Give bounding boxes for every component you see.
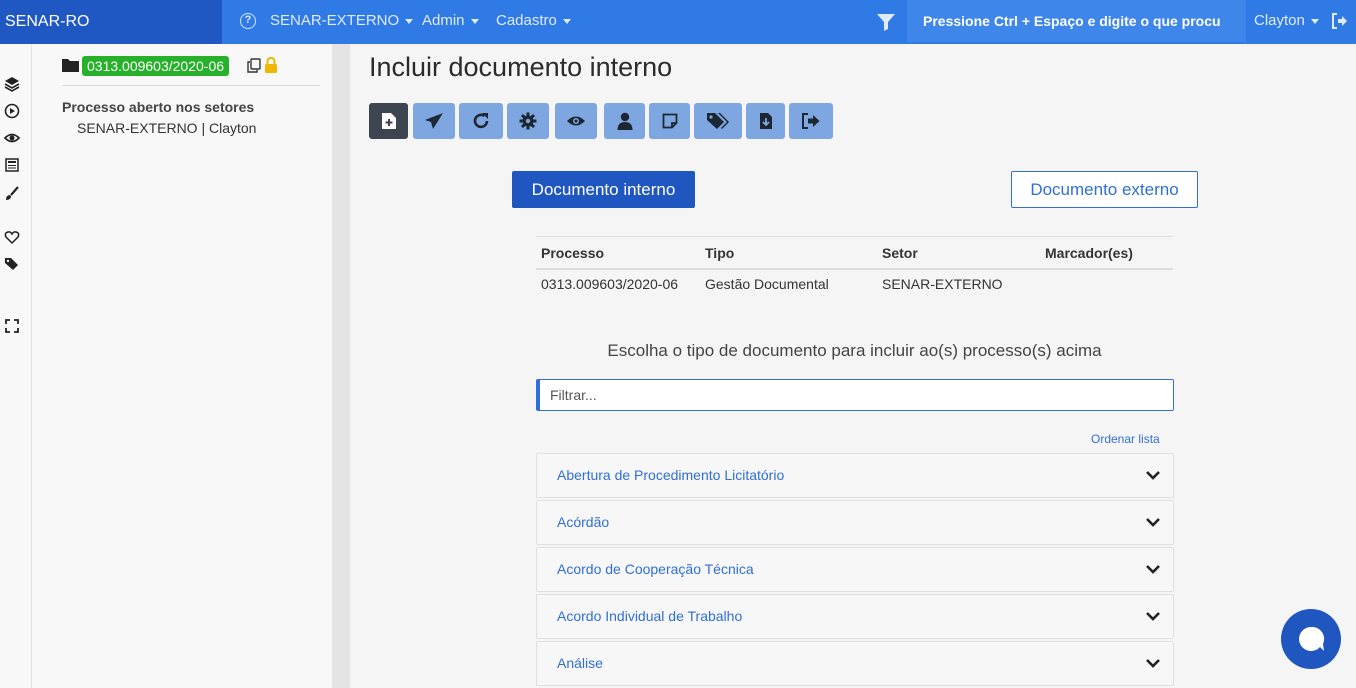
tags-button[interactable]: [694, 103, 742, 139]
chevron-down-icon: [1146, 471, 1160, 480]
filter-icon[interactable]: [876, 12, 896, 32]
expand-icon[interactable]: [4, 318, 20, 334]
page-title: Incluir documento interno: [369, 52, 673, 82]
divider: [62, 85, 320, 86]
icon-sidebar: [0, 44, 32, 688]
document-type-item[interactable]: Acórdão: [536, 500, 1174, 545]
user-menu[interactable]: Clayton: [1254, 0, 1319, 44]
settings-icon: [519, 112, 537, 130]
tags-icon: [707, 113, 729, 129]
col-header-processo: Processo: [541, 245, 605, 261]
view-button[interactable]: [555, 103, 597, 139]
filter-input[interactable]: [536, 379, 1174, 411]
panel-scrollbar[interactable]: [332, 44, 350, 688]
refresh-button[interactable]: [459, 103, 503, 139]
tags-icon[interactable]: [4, 256, 20, 272]
chevron-down-icon: [1146, 518, 1160, 527]
sector-item: SENAR-EXTERNO | Clayton: [77, 120, 257, 136]
copy-icon[interactable]: [247, 58, 261, 73]
global-search[interactable]: Pressione Ctrl + Espaço e digite o que p…: [907, 0, 1246, 42]
download-file-icon: [759, 113, 772, 129]
nav-admin-label: Admin: [422, 12, 465, 29]
paintbrush-icon[interactable]: [4, 185, 20, 201]
document-type-label: Abertura de Procedimento Licitatório: [557, 467, 785, 483]
document-type-label: Acordo de Cooperação Técnica: [557, 561, 754, 577]
play-circle-icon[interactable]: [4, 103, 20, 119]
sort-list-link[interactable]: Ordenar lista: [1091, 432, 1160, 446]
logout-icon[interactable]: [1330, 12, 1348, 30]
user-button[interactable]: [604, 103, 645, 139]
chevron-down-icon: [562, 18, 571, 24]
eye-icon[interactable]: [4, 130, 20, 146]
nav-admin-menu[interactable]: Admin: [422, 0, 479, 44]
chevron-down-icon: [1310, 18, 1319, 24]
cell-processo: 0313.009603/2020-06: [541, 276, 679, 292]
nav-cadastro-label: Cadastro: [496, 12, 557, 29]
col-header-marcadores: Marcador(es): [1045, 245, 1133, 261]
col-header-tipo: Tipo: [705, 245, 735, 261]
document-type-label: Acórdão: [557, 514, 610, 530]
table-header-divider: [536, 268, 1173, 270]
layers-icon[interactable]: [4, 76, 20, 92]
exit-button[interactable]: [789, 103, 833, 139]
nav-cadastro-menu[interactable]: Cadastro: [496, 0, 571, 44]
chevron-down-icon: [1146, 612, 1160, 621]
chevron-down-icon: [405, 18, 414, 24]
cell-setor: SENAR-EXTERNO: [882, 276, 1003, 292]
new-document-button[interactable]: [369, 103, 408, 139]
brand-logo[interactable]: SENAR-RO: [0, 0, 222, 44]
choose-document-type-label: Escolha o tipo de documento para incluir…: [607, 341, 1102, 360]
process-number-badge[interactable]: 0313.009603/2020-06: [82, 56, 230, 76]
document-type-label: Análise: [557, 655, 603, 671]
chat-button[interactable]: [1281, 609, 1341, 669]
heart-icon[interactable]: [4, 229, 20, 245]
folder-icon: [62, 59, 79, 72]
lock-icon: [265, 57, 277, 73]
new-document-icon: [381, 113, 396, 129]
document-type-item[interactable]: Acordo Individual de Trabalho: [536, 594, 1174, 639]
external-document-button[interactable]: Documento externo: [1011, 171, 1198, 208]
help-icon[interactable]: ?: [240, 13, 256, 29]
note-button[interactable]: [649, 103, 690, 139]
process-panel: 0313.009603/2020-06 Processo aberto nos …: [32, 44, 332, 688]
cell-tipo: Gestão Documental: [705, 276, 829, 292]
send-icon: [425, 113, 443, 129]
document-type-item[interactable]: Análise: [536, 641, 1174, 686]
document-type-item[interactable]: Acordo de Cooperação Técnica: [536, 547, 1174, 592]
table-divider: [536, 236, 1173, 237]
nav-sector-label: SENAR-EXTERNO: [270, 12, 400, 29]
top-navbar: SENAR-RO ? SENAR-EXTERNO Admin Cadastro …: [0, 0, 1356, 44]
download-file-button[interactable]: [746, 103, 785, 139]
main-content: Incluir documento interno Documento inte…: [350, 44, 1356, 688]
chevron-down-icon: [1146, 565, 1160, 574]
user-name: Clayton: [1254, 12, 1305, 29]
view-icon: [567, 116, 585, 126]
newspaper-icon[interactable]: [4, 157, 20, 173]
sectors-title: Processo aberto nos setores: [62, 99, 255, 115]
chat-bubble-icon: [1299, 626, 1325, 651]
settings-button[interactable]: [507, 103, 549, 139]
chevron-down-icon: [470, 18, 479, 24]
user-icon: [617, 112, 632, 130]
exit-icon: [802, 113, 820, 129]
col-header-setor: Setor: [882, 245, 918, 261]
chevron-down-icon: [1146, 659, 1160, 668]
note-icon: [662, 113, 677, 129]
nav-sector-menu[interactable]: SENAR-EXTERNO: [270, 0, 414, 44]
document-type-item[interactable]: Abertura de Procedimento Licitatório: [536, 453, 1174, 498]
internal-document-button[interactable]: Documento interno: [512, 171, 695, 208]
refresh-icon: [473, 113, 489, 129]
document-type-label: Acordo Individual de Trabalho: [557, 608, 743, 624]
send-button[interactable]: [413, 103, 455, 139]
